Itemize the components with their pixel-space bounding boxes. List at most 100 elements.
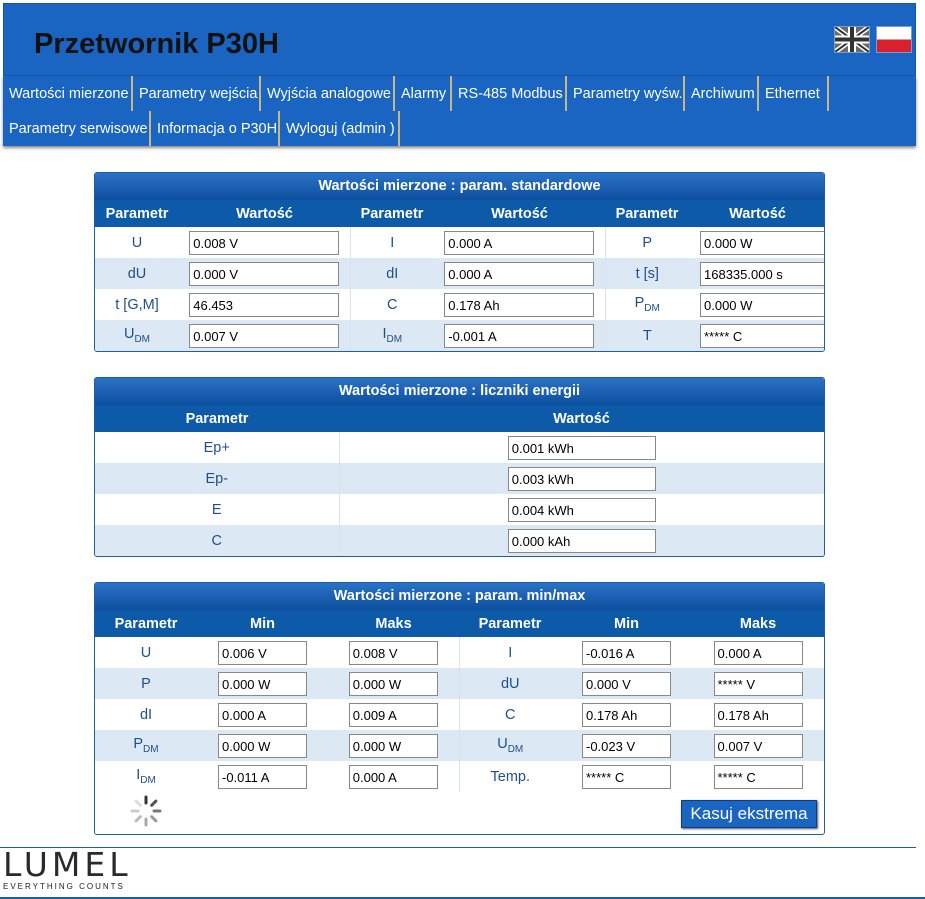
param-label: UDM [459, 730, 561, 761]
max-field: 0.178 Ah [713, 702, 803, 727]
column-header: Parametr [95, 200, 179, 227]
param-label: I [508, 644, 513, 661]
logo-word: LUMEL [3, 845, 132, 884]
param-label: P [95, 668, 197, 699]
max-field: 0.000 A [713, 640, 803, 665]
param-label: U [131, 234, 143, 251]
min-field: 0.006 V [218, 640, 307, 665]
param-label: Temp. [490, 768, 531, 785]
loading-spinner-icon [130, 795, 162, 827]
reset-extrema-button[interactable]: Kasuj ekstrema [681, 800, 817, 828]
value-field: 0.004 kWh [507, 497, 656, 522]
value-field: 0.000 W [700, 292, 824, 317]
param-label: IDM [350, 320, 434, 351]
param-label-sub: DM [386, 333, 403, 345]
standard-params-panel: Wartości mierzone : param. standardowe P… [94, 172, 825, 352]
panel-title: Wartości mierzone : param. min/max [95, 583, 824, 610]
minmax-panel: Wartości mierzone : param. min/max Param… [94, 582, 825, 835]
nav-item-analog-outputs[interactable]: Wyjścia analogowe [261, 76, 395, 111]
param-label: Ep- [95, 463, 340, 494]
column-header: Maks [692, 610, 824, 637]
param-label: IDM [95, 761, 197, 792]
table-row: dI 0.000 A 0.009 A C 0.178 Ah 0.178 Ah [95, 699, 824, 730]
nav-item-logout[interactable]: Wyloguj (admin ) [280, 111, 400, 146]
min-field: -0.011 A [218, 764, 307, 789]
column-header: Wartość [339, 405, 824, 432]
value-field: 0.178 Ah [444, 292, 595, 317]
min-field: -0.023 V [582, 733, 671, 758]
min-field: 0.000 V [582, 671, 671, 696]
nav-item-alarms[interactable]: Alarmy [395, 76, 452, 111]
value-field: 168335.000 s [700, 261, 824, 286]
column-header: Parametr [605, 200, 689, 227]
max-field: ***** C [713, 764, 803, 789]
value-field: 0.000 W [700, 230, 824, 255]
min-field: 0.000 A [218, 702, 307, 727]
logo-tagline: EVERYTHING COUNTS [3, 882, 125, 891]
value-field: 0.001 kWh [507, 435, 656, 460]
nav-item-display-params[interactable]: Parametry wyśw. [567, 76, 685, 111]
max-field: 0.009 A [348, 702, 438, 727]
value-field: 0.000 kAh [507, 528, 656, 553]
nav-item-measured-values[interactable]: Wartości mierzone [3, 76, 133, 111]
table-row: IDM -0.011 A 0.000 A Temp. ***** C *****… [95, 761, 824, 792]
value-field: 0.000 A [444, 230, 595, 255]
column-header: Maks [328, 610, 459, 637]
column-header: Parametr [350, 200, 434, 227]
uk-flag-icon[interactable] [834, 26, 870, 53]
max-field: 0.008 V [348, 640, 438, 665]
param-label: dI [139, 706, 153, 723]
param-label-sub: DM [507, 743, 524, 755]
param-label: t [G,M] [115, 296, 159, 313]
param-label-sub: DM [644, 302, 660, 314]
nav-item-input-params[interactable]: Parametry wejścia [133, 76, 261, 111]
max-field: ***** V [713, 671, 803, 696]
table-row: dU 0.000 V dI 0.000 A t [s] 168335.000 s [95, 258, 824, 289]
param-label: C [95, 525, 340, 556]
param-label: dU [459, 668, 561, 699]
column-header: Wartość [434, 200, 605, 227]
standard-params-table: Parametr Wartość Parametr Wartość Parame… [95, 200, 824, 351]
value-field: 0.007 V [189, 323, 340, 348]
table-row: Ep+ 0.001 kWh [95, 432, 824, 463]
max-field: 0.000 W [348, 733, 438, 758]
param-label-sub: DM [143, 743, 159, 755]
param-label: UDM [95, 320, 179, 351]
footer-divider [0, 847, 916, 848]
column-header: Parametr [95, 610, 197, 637]
param-label: dU [95, 258, 179, 289]
value-field: 0.003 kWh [507, 466, 656, 491]
param-label: U [140, 644, 152, 661]
nav-item-archive[interactable]: Archiwum [685, 76, 759, 111]
nav-item-rs485-modbus[interactable]: RS-485 Modbus [452, 76, 567, 111]
panel-title: Wartości mierzone : liczniki energii [95, 378, 824, 405]
value-field: 46.453 [189, 292, 340, 317]
param-label: C [387, 296, 398, 313]
min-field: 0.000 W [218, 733, 307, 758]
pl-flag-icon[interactable] [876, 26, 912, 53]
table-row: U 0.008 V I 0.000 A P 0.000 W [95, 227, 824, 258]
param-label: t [s] [605, 258, 689, 289]
max-field: 0.000 W [348, 671, 438, 696]
nav-item-ethernet[interactable]: Ethernet [759, 76, 829, 111]
param-label-main: P [133, 736, 144, 753]
param-label-main: P [634, 295, 645, 312]
table-row: P 0.000 W 0.000 W dU 0.000 V ***** V [95, 668, 824, 699]
value-field: 0.000 V [189, 261, 340, 286]
column-header: Parametr [95, 405, 339, 432]
value-field: ***** C [700, 323, 824, 348]
lumel-logo: LUMEL EVERYTHING COUNTS [3, 845, 133, 891]
minmax-table: Parametr Min Maks Parametr Min Maks U 0.… [95, 610, 824, 792]
main-nav: Wartości mierzone Parametry wejścia Wyjś… [3, 76, 916, 146]
nav-item-device-info[interactable]: Informacja o P30H [151, 111, 280, 146]
column-header: Wartość [689, 200, 824, 227]
nav-item-service-params[interactable]: Parametry serwisowe [3, 111, 151, 146]
param-label: P [642, 234, 653, 251]
table-row: t [G,M] 46.453 C 0.178 Ah PDM 0.000 W [95, 289, 824, 320]
column-header: Min [561, 610, 692, 637]
page-title: Przetwornik P30H [34, 28, 279, 60]
param-label-sub: DM [140, 774, 156, 786]
table-row: Ep- 0.003 kWh [95, 463, 824, 494]
panel-title: Wartości mierzone : param. standardowe [95, 173, 824, 200]
min-field: 0.000 W [218, 671, 307, 696]
